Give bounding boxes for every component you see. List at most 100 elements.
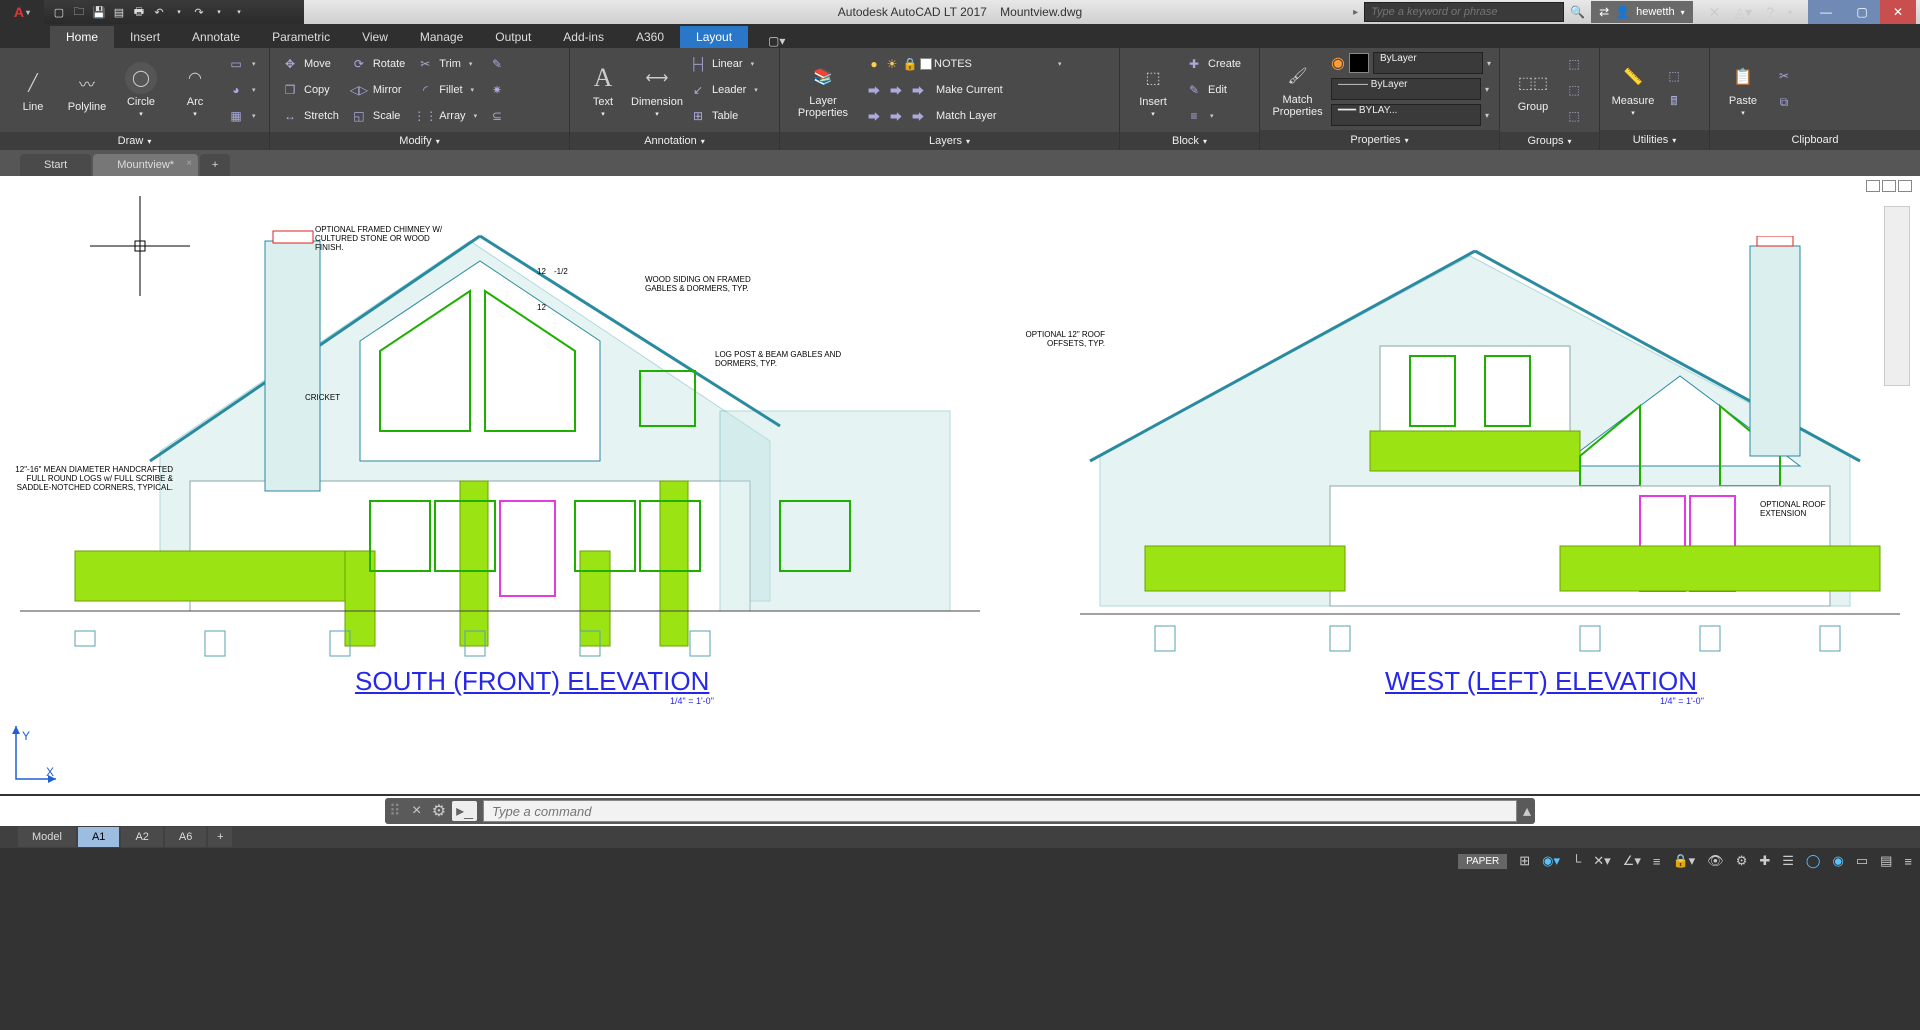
close-button[interactable]: ✕ — [1880, 0, 1916, 24]
help-dd-icon[interactable]: ▾ — [1788, 8, 1792, 17]
command-input[interactable] — [483, 800, 1517, 822]
help-icon[interactable]: ? — [1766, 4, 1774, 20]
dimension-button[interactable]: ⟷Dimension▾ — [632, 58, 682, 122]
lwt-icon[interactable]: ≡ — [1653, 854, 1661, 869]
polar-icon[interactable]: ✕▾ — [1593, 853, 1610, 869]
trim-button[interactable]: ✂Trim▾ — [413, 52, 481, 76]
copy-button[interactable]: ❐Copy — [278, 78, 343, 102]
custom-icon[interactable]: ▤ — [1880, 853, 1892, 869]
scale-button[interactable]: ◱Scale — [347, 104, 409, 128]
leader-button[interactable]: ↙Leader▾ — [686, 78, 762, 102]
vp-max-icon[interactable] — [1882, 180, 1896, 192]
explode-button[interactable]: ✷ — [485, 78, 509, 102]
clean-icon[interactable]: ▭ — [1856, 853, 1868, 869]
tab-addins[interactable]: Add-ins — [547, 26, 620, 48]
panel-block-title[interactable]: Block▾ — [1120, 132, 1259, 150]
snap-icon[interactable]: ◉▾ — [1542, 853, 1560, 869]
copyclip-button[interactable]: ⧉ — [1772, 90, 1796, 114]
erase-button[interactable]: ✎ — [485, 52, 509, 76]
ltab-new[interactable]: + — [208, 827, 232, 847]
minimize-button[interactable]: — — [1808, 0, 1844, 24]
ltab-a1[interactable]: A1 — [78, 827, 119, 847]
ltab-model[interactable]: Model — [18, 827, 76, 847]
table-button[interactable]: ⊞Table — [686, 104, 762, 128]
anno-scale-icon[interactable]: 🔒▾ — [1672, 853, 1695, 869]
cmd-close-icon[interactable]: × — [408, 802, 426, 820]
match-properties-button[interactable]: 🖌Match Properties — [1268, 56, 1327, 122]
ortho-icon[interactable]: └ — [1572, 854, 1581, 869]
panel-properties-title[interactable]: Properties▾ — [1260, 130, 1499, 150]
app-menu-button[interactable]: A▾ — [0, 0, 44, 24]
hardware-icon[interactable]: ◉ — [1832, 853, 1843, 869]
wheel-icon[interactable]: ⚙ — [1736, 853, 1748, 869]
undo-icon[interactable]: ↶ — [150, 3, 168, 21]
search-input[interactable] — [1364, 2, 1564, 22]
tab-layout[interactable]: Layout — [680, 26, 748, 48]
tab-manage[interactable]: Manage — [404, 26, 479, 48]
grid-icon[interactable]: ⊞ — [1519, 853, 1530, 869]
group-edit-button[interactable]: ⬚ — [1562, 78, 1586, 102]
circle-button[interactable]: ◯Circle▾ — [116, 58, 166, 122]
match-layer-button[interactable]: ⮕⮕⮕Match Layer — [862, 104, 1111, 128]
panel-utilities-title[interactable]: Utilities▾ — [1600, 130, 1709, 150]
cmd-config-icon[interactable]: ⚙ — [432, 801, 446, 821]
space-badge[interactable]: PAPER — [1458, 854, 1507, 869]
tab-output[interactable]: Output — [479, 26, 547, 48]
layer-selector[interactable]: ● ☀ 🔒 NOTES▾ — [862, 52, 1111, 76]
edit-block-button[interactable]: ✎Edit — [1182, 78, 1245, 102]
measure-button[interactable]: 📏Measure▾ — [1608, 57, 1658, 121]
move-button[interactable]: ✥Move — [278, 52, 343, 76]
array-button[interactable]: ⋮⋮Array▾ — [413, 104, 481, 128]
mirror-button[interactable]: ◁▷Mirror — [347, 78, 409, 102]
group-bb-button[interactable]: ⬚ — [1562, 104, 1586, 128]
redo-icon[interactable]: ↷ — [190, 3, 208, 21]
rect-button[interactable]: ▭▾ — [224, 52, 260, 76]
rotate-button[interactable]: ⟳Rotate — [347, 52, 409, 76]
tab-insert[interactable]: Insert — [114, 26, 176, 48]
save-icon[interactable]: 💾 — [90, 3, 108, 21]
panel-modify-title[interactable]: Modify▾ — [270, 132, 569, 150]
quickcalc-button[interactable]: 🖩 — [1662, 90, 1686, 114]
doc-tab-active[interactable]: Mountview*× — [93, 154, 198, 176]
vp-close-icon[interactable] — [1898, 180, 1912, 192]
anno-vis-icon[interactable]: 👁 — [1707, 853, 1724, 869]
tab-a360[interactable]: A360 — [620, 26, 680, 48]
text-button[interactable]: AText▾ — [578, 58, 628, 122]
ungroup-button[interactable]: ⬚ — [1562, 52, 1586, 76]
linear-button[interactable]: ├┤Linear▾ — [686, 52, 762, 76]
units-icon[interactable]: ☰ — [1782, 853, 1794, 869]
line-button[interactable]: ╱Line — [8, 63, 58, 117]
doc-tab-start[interactable]: Start — [20, 154, 91, 176]
cmd-history-icon[interactable]: ▴ — [1523, 801, 1531, 821]
panel-annotation-title[interactable]: Annotation▾ — [570, 132, 779, 150]
new-icon[interactable]: ▢ — [50, 3, 68, 21]
print-icon[interactable]: 🖶 — [130, 3, 148, 21]
polyline-button[interactable]: 〰Polyline — [62, 63, 112, 117]
status-menu-icon[interactable]: ≡ — [1904, 854, 1912, 869]
doc-tab-new[interactable]: + — [200, 154, 230, 176]
make-current-button[interactable]: ⮕⮕⮕Make Current — [862, 78, 1111, 102]
linetype-selector[interactable]: ━━━ BYLAY...▾ — [1331, 104, 1491, 126]
offset-button[interactable]: ⊆ — [485, 104, 509, 128]
ellipse-button[interactable]: ◕▾ — [224, 78, 260, 102]
select-button[interactable]: ⬚ — [1662, 64, 1686, 88]
osnap-icon[interactable]: ∠▾ — [1623, 853, 1641, 869]
redo-dd-icon[interactable]: ▾ — [210, 3, 228, 21]
arc-button[interactable]: ◠Arc▾ — [170, 58, 220, 122]
grip-icon[interactable]: ⠿ — [389, 801, 402, 821]
panel-layers-title[interactable]: Layers▾ — [780, 132, 1119, 150]
a360-dd-icon[interactable]: ◬▾ — [1734, 4, 1752, 21]
group-button[interactable]: ⬚⬚Group — [1508, 63, 1558, 117]
ribbon-min-icon[interactable]: ▢▾ — [768, 34, 785, 48]
cut-button[interactable]: ✂ — [1772, 64, 1796, 88]
maximize-button[interactable]: ▢ — [1844, 0, 1880, 24]
stretch-button[interactable]: ↔Stretch — [278, 104, 343, 128]
exchange-apps-icon[interactable]: ✕ — [1709, 4, 1721, 21]
ltab-a6[interactable]: A6 — [165, 827, 206, 847]
ltab-a2[interactable]: A2 — [121, 827, 162, 847]
create-block-button[interactable]: ✚Create — [1182, 52, 1245, 76]
layer-properties-button[interactable]: 📚Layer Properties — [788, 57, 858, 123]
paste-button[interactable]: 📋Paste▾ — [1718, 57, 1768, 121]
isolate-icon[interactable]: ◯ — [1806, 853, 1821, 869]
qat-custom-icon[interactable]: ▾ — [230, 3, 248, 21]
